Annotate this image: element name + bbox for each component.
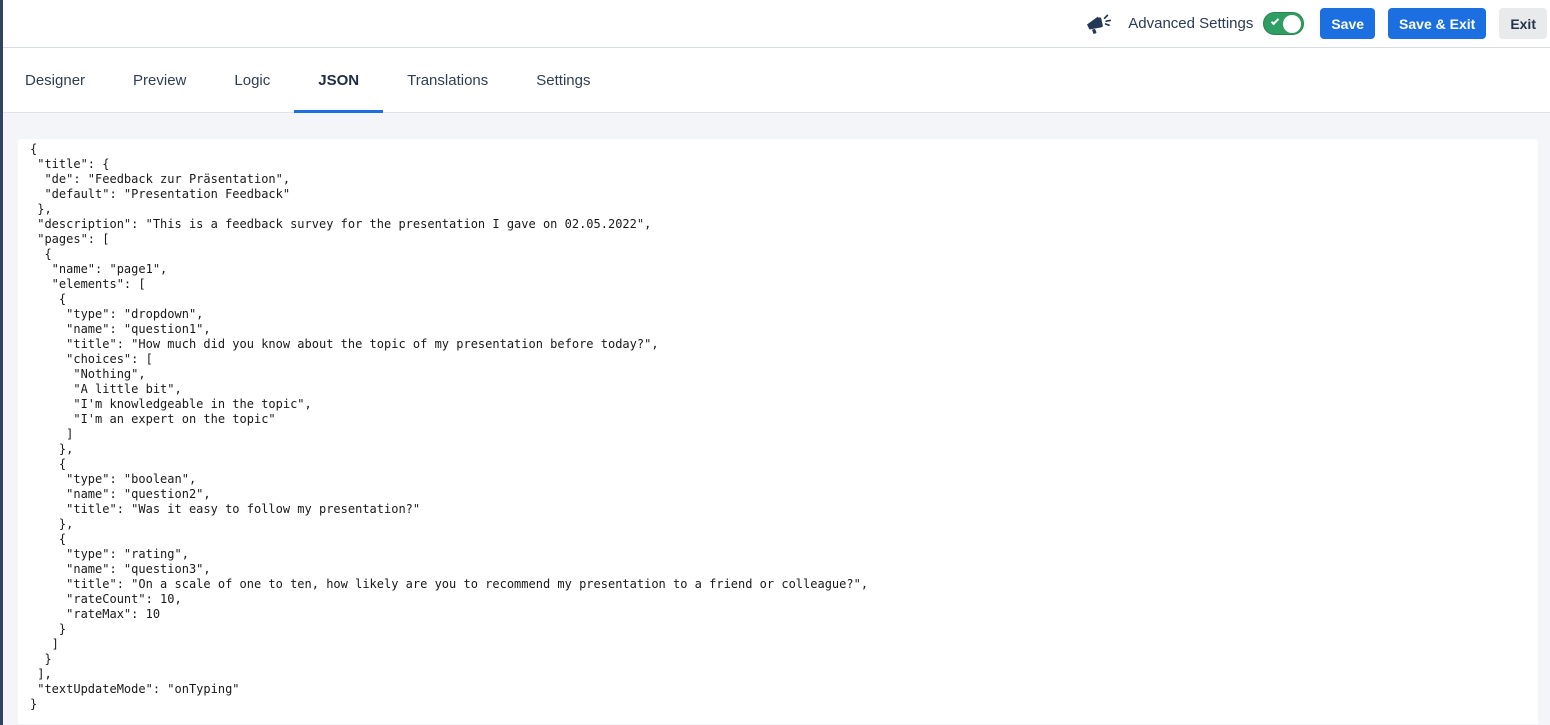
tab-json[interactable]: JSON	[294, 48, 383, 113]
tab-preview[interactable]: Preview	[109, 48, 210, 112]
tab-designer[interactable]: Designer	[1, 48, 109, 112]
tab-bar: Designer Preview Logic JSON Translations…	[0, 48, 1550, 113]
json-editor-panel: { "title": { "de": "Feedback zur Präsent…	[18, 139, 1538, 724]
megaphone-icon[interactable]	[1085, 11, 1113, 37]
save-and-exit-button[interactable]: Save & Exit	[1388, 8, 1487, 39]
tab-translations[interactable]: Translations	[383, 48, 512, 112]
megaphone-icon-glyph	[1086, 14, 1111, 34]
toggle-knob	[1283, 14, 1302, 33]
save-button[interactable]: Save	[1320, 8, 1376, 39]
content-area: { "title": { "de": "Feedback zur Präsent…	[0, 113, 1550, 724]
advanced-settings-toggle[interactable]	[1263, 12, 1305, 35]
header-bar: Advanced Settings Save Save & Exit Exit	[0, 0, 1550, 48]
exit-button[interactable]: Exit	[1499, 8, 1547, 39]
json-editor[interactable]: { "title": { "de": "Feedback zur Präsent…	[18, 139, 1538, 724]
check-icon	[1271, 16, 1280, 26]
collapsed-side-panel-edge	[0, 0, 3, 725]
tab-logic[interactable]: Logic	[210, 48, 294, 112]
advanced-settings-label: Advanced Settings	[1128, 15, 1254, 32]
tab-settings[interactable]: Settings	[512, 48, 614, 112]
